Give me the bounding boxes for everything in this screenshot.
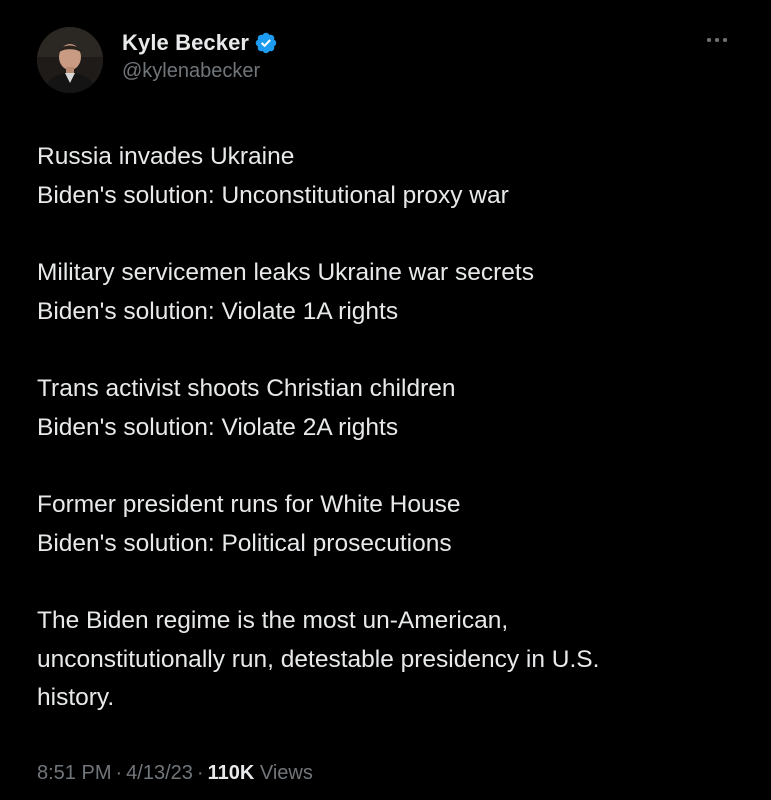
author-name-row[interactable]: Kyle Becker — [122, 28, 278, 58]
tweet-time[interactable]: 8:51 PM — [37, 762, 111, 784]
author-name[interactable]: Kyle Becker — [122, 30, 249, 56]
tweet-paragraph: The Biden regime is the most un-American… — [37, 602, 737, 718]
avatar-image — [37, 27, 103, 93]
tweet-text: Russia invades Ukraine Biden's solution:… — [37, 138, 737, 718]
tweet-line: Biden's solution: Violate 2A rights — [37, 413, 399, 441]
tweet: Kyle Becker @kylenabecker Russia invades… — [0, 0, 771, 800]
tweet-meta: 8:51 PM · 4/13/23 · 110K Views — [37, 762, 313, 785]
author-handle[interactable]: @kylenabecker — [122, 60, 260, 83]
meta-separator: · — [196, 762, 204, 784]
tweet-line: Russia invades Ukraine — [37, 143, 295, 170]
tweet-line: Biden's solution: Violate 1A rights — [37, 297, 399, 325]
tweet-line: The Biden regime is the most un-American… — [37, 607, 509, 634]
tweet-paragraph: Military servicemen leaks Ukraine war se… — [37, 254, 737, 331]
tweet-paragraph: Russia invades Ukraine Biden's solution:… — [37, 138, 737, 215]
tweet-paragraph: Trans activist shoots Christian children… — [37, 370, 737, 447]
more-dot — [723, 38, 727, 42]
tweet-line: Military servicemen leaks Ukraine war se… — [37, 259, 534, 286]
tweet-line: Biden's solution: Unconstitutional proxy… — [37, 181, 509, 209]
tweet-line: unconstitutionally run, detestable presi… — [37, 645, 600, 673]
tweet-line: Trans activist shoots Christian children — [37, 375, 456, 402]
views-count[interactable]: 110K — [208, 762, 255, 784]
more-dot — [715, 38, 719, 42]
meta-separator: · — [115, 762, 123, 784]
views-label: Views — [259, 762, 313, 784]
verified-badge-icon — [255, 32, 277, 54]
more-options-icon[interactable] — [700, 30, 734, 50]
avatar[interactable] — [37, 27, 103, 93]
tweet-line: history. — [37, 684, 115, 711]
more-dot — [707, 38, 711, 42]
tweet-line: Biden's solution: Political prosecutions — [37, 529, 452, 557]
tweet-date[interactable]: 4/13/23 — [126, 762, 193, 784]
tweet-line: Former president runs for White House — [37, 491, 461, 518]
tweet-paragraph: Former president runs for White House Bi… — [37, 486, 737, 563]
